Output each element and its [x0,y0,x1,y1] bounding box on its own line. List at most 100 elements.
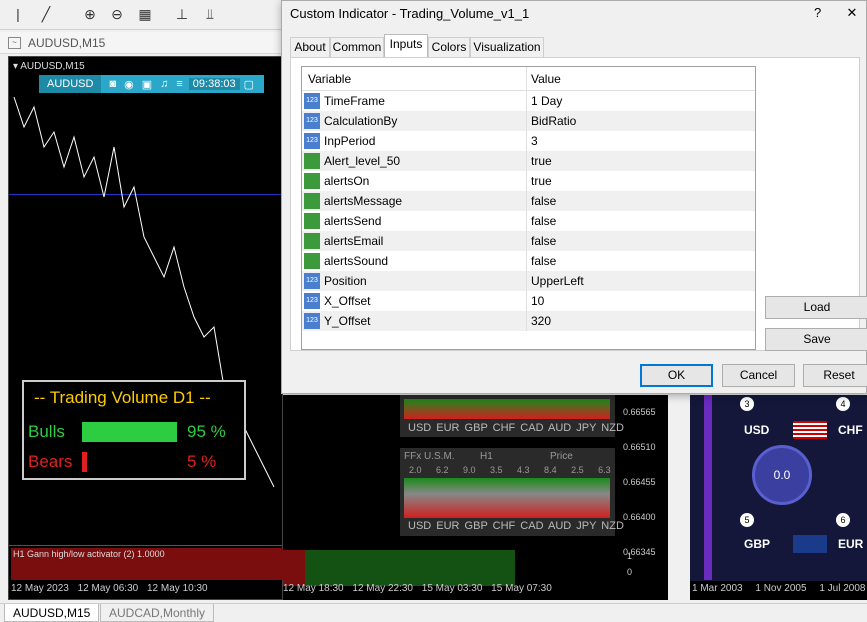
input-name: InpPeriod [324,134,376,148]
input-name: alertsEmail [324,234,384,248]
chart-tab-audcad[interactable]: AUDCAD,Monthly [100,604,215,622]
input-name: Y_Offset [324,314,371,328]
input-row[interactable]: Alert_level_50 true [302,151,755,171]
input-row[interactable]: 123 TimeFrame 1 Day [302,91,755,111]
ok-button[interactable]: OK [640,364,713,387]
input-value[interactable]: true [531,171,552,191]
tab-inputs[interactable]: Inputs [384,34,428,58]
input-row[interactable]: alertsEmail false [302,231,755,251]
input-name: CalculationBy [324,114,398,128]
gbp-flag-icon [793,535,827,553]
input-row[interactable]: 123 Y_Offset 320 [302,311,755,331]
badge-5: 5 [740,513,754,527]
input-row[interactable]: alertsOn true [302,171,755,191]
input-value[interactable]: false [531,251,556,271]
trading-volume-title: -- Trading Volume D1 -- [34,388,211,407]
gann-subwindow: H1 Gann high/low activator (2) 1.0000 [9,545,306,581]
meter-bottom-currencies: USD EUR GBP CHF CAD AUD JPY NZD [408,520,624,532]
inputs-grid: Variable Value 123 TimeFrame 1 Day 123 Calcu… [301,66,756,350]
bool-param-icon [304,253,320,269]
input-value[interactable]: 3 [531,131,538,151]
numeric-param-icon: 123 [304,93,320,109]
numeric-param-icon: 123 [304,133,320,149]
dialog-title: Custom Indicator - Trading_Volume_v1_1 [290,6,530,21]
tab-colors[interactable]: Colors [428,37,470,57]
input-value[interactable]: false [531,191,556,211]
tab-visualization[interactable]: Visualization [470,37,544,57]
close-icon[interactable]: ✕ [842,5,862,21]
trading-volume-panel: -- Trading Volume D1 -- Bulls 95 % Bears… [22,380,246,480]
bool-param-icon [304,213,320,229]
cancel-button[interactable]: Cancel [722,364,795,387]
badge-6: 6 [836,513,850,527]
input-value[interactable]: 10 [531,291,544,311]
meter-bottom-bars [404,478,610,518]
input-value[interactable]: UpperLeft [531,271,584,291]
input-row[interactable]: 123 CalculationBy BidRatio [302,111,755,131]
input-row[interactable]: alertsSend false [302,211,755,231]
input-name: alertsSend [324,214,382,228]
bool-param-icon [304,173,320,189]
right-x-axis: 1 Mar 2003 1 Nov 2005 1 Jul 2008 [690,581,867,600]
bulls-bar [82,422,177,442]
reset-button[interactable]: Reset [803,364,867,387]
bears-label: Bears [28,452,73,471]
usd-gauge: 0.0 [752,445,812,505]
input-value[interactable]: BidRatio [531,111,576,131]
chf-label: CHF [838,423,863,437]
input-value[interactable]: false [531,211,556,231]
tile-icon[interactable]: ▦ [135,4,155,24]
input-name: Alert_level_50 [324,154,401,168]
input-row[interactable]: alertsMessage false [302,191,755,211]
x-axis-right: 12 May 18:30 12 May 22:30 15 May 03:30 1… [283,583,552,594]
chart-tab-audusd[interactable]: AUDUSD,M15 [4,604,100,622]
fibonacci-icon[interactable]: ⫫ [200,4,220,24]
eur-label: EUR [838,537,864,551]
chart-window-title[interactable]: ~ AUDUSD,M15 [0,32,290,54]
input-value[interactable]: 320 [531,311,551,331]
input-name: X_Offset [324,294,371,308]
chart-lower-area: 1 0 12 May 18:30 12 May 22:30 15 May 03:… [283,395,668,600]
help-button[interactable]: ? [814,5,821,20]
load-button[interactable]: Load [765,296,867,319]
right-panel-accent [704,395,712,580]
input-value[interactable]: 1 Day [531,91,562,111]
currency-meter-bottom: FFx U.S.M. H1 Price 2.0 6.2 9.0 3.5 4.3 … [400,448,624,536]
main-chart[interactable]: ▾ AUDUSD,M15 AUDUSD ◙ ◉ ▣ ♫ ≡ 09:38:03 ▢… [8,56,306,600]
line-tool-icon[interactable]: | [8,4,28,24]
col-variable: Variable [308,72,352,86]
bulls-percent: 95 % [187,422,226,441]
gbp-label: GBP [744,537,771,551]
bears-bar [82,452,87,472]
meter-header-2: H1 [480,451,493,462]
bool-param-icon [304,193,320,209]
input-value[interactable]: true [531,151,552,171]
input-name: TimeFrame [324,94,385,108]
input-row[interactable]: 123 Position UpperLeft [302,271,755,291]
input-value[interactable]: false [531,231,556,251]
gann-bear-area-2 [283,550,305,586]
trendline-icon[interactable]: ╱ [36,4,56,24]
meter-header-3: Price [550,451,573,462]
gann-label: H1 Gann high/low activator (2) 1.0000 [13,549,165,559]
chart-window-icon: ~ [8,37,21,49]
save-button[interactable]: Save [765,328,867,351]
bool-param-icon [304,233,320,249]
input-row[interactable]: alertsSound false [302,251,755,271]
badge-3: 3 [740,397,754,411]
tab-common[interactable]: Common [330,37,384,57]
tab-about[interactable]: About [290,37,330,57]
bears-percent: 5 % [187,452,217,471]
zoom-in-icon[interactable]: ⊕ [80,4,100,24]
zoom-out-icon[interactable]: ⊖ [107,4,127,24]
input-name: alertsOn [324,174,370,188]
chart-symbol-label: ▾ AUDUSD,M15 [13,61,85,72]
meter-top-bars [404,399,610,419]
input-row[interactable]: 123 X_Offset 10 [302,291,755,311]
input-name: Position [324,274,367,288]
price-axis: 0.66565 0.66510 0.66455 0.66400 0.66345 [623,407,656,557]
meter-top-currencies: USD EUR GBP CHF CAD AUD JPY NZD [408,422,624,434]
gann-bull-area [305,550,515,586]
period-separator-icon[interactable]: ⊥ [172,4,192,24]
input-row[interactable]: 123 InpPeriod 3 [302,131,755,151]
